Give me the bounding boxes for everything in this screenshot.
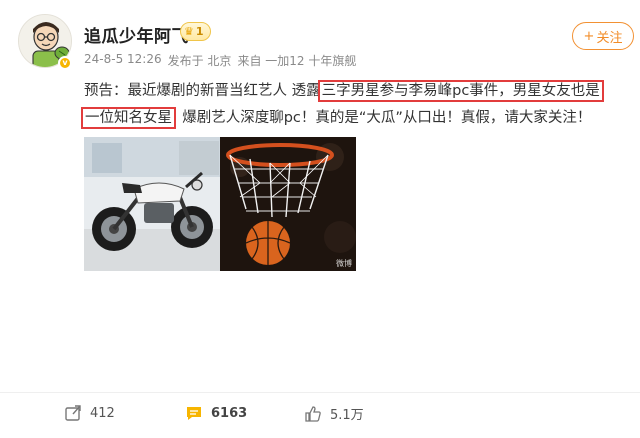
comment-button[interactable]: 6163	[185, 404, 247, 422]
action-bar: 412 6163 5.1万	[0, 400, 640, 430]
repost-count: 412	[90, 405, 115, 421]
motorcycle-image	[84, 137, 220, 271]
basketball-image	[220, 137, 356, 271]
verified-badge: v	[58, 56, 72, 70]
repost-button[interactable]: 412	[64, 404, 115, 422]
post-meta: 24-8-5 12:26 发布于 北京 来自 一加12 十年旗舰	[84, 52, 356, 69]
post-location: 发布于 北京	[167, 54, 232, 68]
like-button[interactable]: 5.1万	[304, 404, 364, 423]
motorcycle-photo[interactable]	[84, 137, 220, 271]
level-number: 1	[195, 25, 204, 38]
plus-icon: +	[583, 28, 595, 44]
crown-icon: ♛	[184, 25, 194, 38]
post-text: 预告：最近爆剧的新晋当红艺人 透露三字男星参与李易峰pc事件，男星女友也是一位知…	[81, 78, 634, 132]
post-time[interactable]: 24-8-5 12:26	[84, 52, 162, 69]
action-divider	[0, 392, 640, 393]
post-text-outro: 爆剧艺人深度聊pc！真的是“大瓜”从口出！真假，请大家关注！	[173, 110, 592, 126]
weibo-post-card: v 追瓜少年阿飞 ♛ 1 24-8-5 12:26 发布于 北京 来自 一加12…	[0, 0, 640, 438]
comment-icon	[187, 407, 201, 420]
image-watermark: 微博	[336, 259, 352, 268]
author-name[interactable]: 追瓜少年阿飞	[84, 22, 189, 47]
comment-count: 6163	[211, 405, 248, 421]
thumbs-up-icon	[305, 405, 321, 422]
highlighted-text-2: 一位知名女星	[81, 107, 176, 129]
like-count: 5.1万	[330, 408, 364, 423]
member-level-badge[interactable]: ♛ 1	[180, 22, 211, 41]
repost-icon	[65, 405, 81, 421]
basketball-photo[interactable]: 微博	[220, 137, 356, 271]
follow-label: 关注	[596, 30, 623, 46]
follow-button[interactable]: + 关注	[572, 22, 634, 50]
post-text-intro: 预告：最近爆剧的新晋当红艺人 透露	[84, 83, 321, 99]
highlighted-text-1: 三字男星参与李易峰pc事件，男星女友也是	[317, 80, 604, 102]
post-source: 来自 一加12 十年旗舰	[237, 54, 357, 68]
